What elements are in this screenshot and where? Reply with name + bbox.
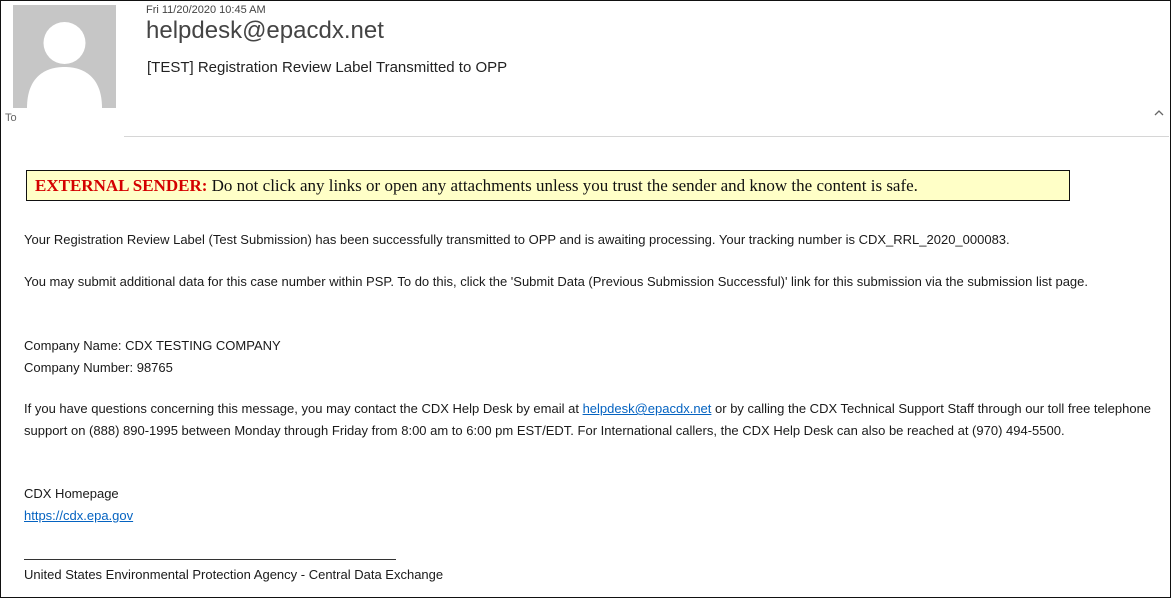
company-name: Company Name: CDX TESTING COMPANY [24, 338, 281, 353]
company-info: Company Name: CDX TESTING COMPANY Compan… [24, 335, 1154, 379]
header-divider [124, 136, 1169, 137]
external-sender-text: Do not click any links or open any attac… [207, 176, 918, 195]
company-number: Company Number: 98765 [24, 360, 173, 375]
body-paragraph-2: You may submit additional data for this … [24, 274, 1089, 289]
body-paragraph-contact: If you have questions concerning this me… [24, 398, 1154, 442]
collapse-header-icon[interactable] [1152, 106, 1168, 122]
sender-avatar [13, 5, 116, 108]
signature-divider [24, 559, 396, 560]
body-paragraph-1: Your Registration Review Label (Test Sub… [24, 232, 1010, 247]
email-header: To Fri 11/20/2020 10:45 AM helpdesk@epac… [0, 0, 1171, 137]
footer-text: United States Environmental Protection A… [24, 567, 444, 582]
to-label: To [5, 112, 17, 124]
homepage-block: CDX Homepage https://cdx.epa.gov [24, 483, 1154, 527]
homepage-link[interactable]: https://cdx.epa.gov [24, 508, 133, 523]
email-date: Fri 11/20/2020 10:45 AM [146, 4, 266, 16]
contact-text-before: If you have questions concerning this me… [24, 401, 583, 416]
external-sender-banner: EXTERNAL SENDER: Do not click any links … [26, 170, 1070, 201]
external-sender-label: EXTERNAL SENDER: [35, 176, 208, 195]
person-icon [13, 5, 116, 108]
homepage-label: CDX Homepage [24, 486, 119, 501]
helpdesk-email-link[interactable]: helpdesk@epacdx.net [583, 401, 712, 416]
email-subject: [TEST] Registration Review Label Transmi… [147, 59, 508, 76]
sender-address[interactable]: helpdesk@epacdx.net [146, 17, 384, 45]
